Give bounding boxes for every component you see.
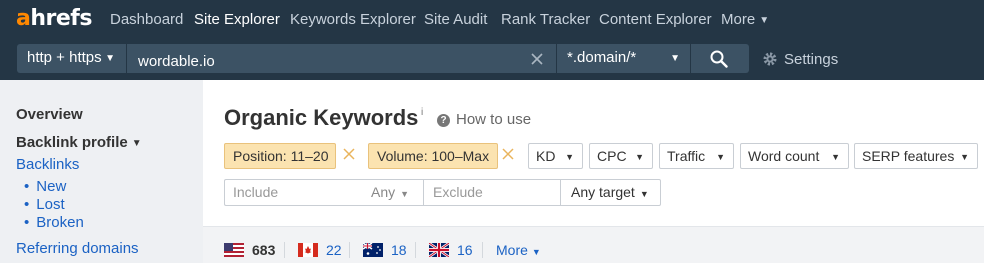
search-icon bbox=[710, 50, 728, 68]
dropdown-label: Word count bbox=[748, 148, 820, 164]
gear-icon bbox=[763, 52, 777, 66]
us-flag-icon bbox=[224, 243, 244, 257]
chevron-down-icon: ▼ bbox=[105, 53, 115, 64]
sidebar-item-label: Backlink profile bbox=[16, 134, 128, 151]
chevron-down-icon: ▼ bbox=[565, 152, 574, 162]
chevron-down-icon: ▼ bbox=[531, 247, 541, 257]
info-icon[interactable]: i bbox=[421, 107, 423, 118]
remove-filter-icon[interactable] bbox=[342, 147, 356, 161]
country-count: 22 bbox=[326, 242, 342, 258]
nav-dashboard[interactable]: Dashboard bbox=[110, 11, 183, 28]
divider bbox=[349, 242, 350, 258]
more-countries-label: More bbox=[496, 242, 528, 258]
sidebar-item-label: Broken bbox=[36, 214, 84, 231]
sidebar-item-new[interactable]: • New bbox=[24, 178, 66, 195]
nav-keywords-explorer[interactable]: Keywords Explorer bbox=[290, 11, 416, 28]
page-title: Organic Keywords bbox=[224, 105, 419, 130]
sidebar-item-label: New bbox=[36, 178, 67, 195]
sidebar-item-backlink-profile[interactable]: Backlink profile ▼ bbox=[16, 134, 142, 151]
country-bar: 683 22 18 16 More ▼ bbox=[203, 226, 984, 263]
divider bbox=[482, 242, 483, 258]
filter-chip-position[interactable]: Position: 11–20 bbox=[224, 143, 336, 169]
chevron-down-icon: ▼ bbox=[400, 189, 410, 199]
chevron-down-icon: ▼ bbox=[635, 152, 644, 162]
bullet-icon: • bbox=[24, 196, 30, 213]
nav-more-label: More bbox=[721, 11, 756, 28]
any-label: Any bbox=[371, 184, 396, 200]
chevron-down-icon: ▼ bbox=[716, 152, 725, 162]
cpc-filter-dropdown[interactable]: CPC ▼ bbox=[589, 143, 653, 169]
sidebar-item-label: Lost bbox=[36, 196, 65, 213]
include-match-select[interactable]: Any ▼ bbox=[371, 184, 409, 200]
country-uk[interactable]: 16 bbox=[428, 241, 473, 259]
ahrefs-logo[interactable]: ahrefs bbox=[16, 6, 92, 32]
nav-more[interactable]: More ▼ bbox=[721, 11, 769, 28]
nav-content-explorer[interactable]: Content Explorer bbox=[599, 11, 712, 28]
remove-filter-icon[interactable] bbox=[501, 147, 515, 161]
more-countries-button[interactable]: More ▼ bbox=[496, 242, 541, 258]
sidebar-item-referring-domains[interactable]: Referring domains bbox=[16, 240, 139, 257]
search-bar: http + https ▼ *.domain/* ▼ Settings bbox=[0, 40, 984, 80]
any-target-label: Any target bbox=[571, 184, 635, 200]
protocol-value: http + https bbox=[27, 49, 102, 66]
divider bbox=[415, 242, 416, 258]
bullet-icon: • bbox=[24, 214, 30, 231]
serp-features-filter-dropdown[interactable]: SERP features ▼ bbox=[854, 143, 978, 169]
traffic-filter-dropdown[interactable]: Traffic ▼ bbox=[659, 143, 734, 169]
chevron-down-icon: ▼ bbox=[831, 152, 840, 162]
chevron-down-icon: ▼ bbox=[759, 15, 770, 26]
sidebar: Overview Backlink profile ▼ Backlinks • Ne… bbox=[0, 80, 203, 263]
canada-flag-icon bbox=[298, 243, 318, 257]
top-navigation: ahrefs Dashboard Site Explorer Keywords … bbox=[0, 0, 984, 40]
question-icon: ? bbox=[437, 114, 450, 127]
how-to-use-link[interactable]: ? How to use bbox=[437, 111, 531, 128]
kd-filter-dropdown[interactable]: KD ▼ bbox=[528, 143, 583, 169]
settings-label: Settings bbox=[784, 51, 839, 68]
main-content: Organic Keywords i ? How to use Position:… bbox=[203, 80, 984, 263]
chevron-down-icon: ▼ bbox=[960, 152, 969, 162]
nav-site-explorer[interactable]: Site Explorer bbox=[194, 11, 280, 28]
dropdown-label: Traffic bbox=[667, 148, 706, 164]
country-canada[interactable]: 22 bbox=[298, 242, 342, 258]
protocol-select[interactable]: http + https ▼ bbox=[17, 44, 126, 73]
exclude-input[interactable]: Exclude bbox=[423, 179, 561, 206]
sidebar-item-lost[interactable]: • Lost bbox=[24, 196, 65, 213]
any-target-select[interactable]: Any target ▼ bbox=[561, 179, 661, 206]
dropdown-label: CPC bbox=[597, 148, 627, 164]
country-count: 683 bbox=[252, 242, 276, 258]
australia-flag-icon bbox=[362, 242, 383, 257]
search-button[interactable] bbox=[691, 44, 749, 73]
close-icon[interactable] bbox=[529, 51, 545, 67]
how-to-use-label: How to use bbox=[456, 111, 532, 128]
word-count-filter-dropdown[interactable]: Word count ▼ bbox=[740, 143, 849, 169]
nav-site-audit[interactable]: Site Audit bbox=[424, 11, 487, 28]
mode-value: *.domain/* bbox=[567, 49, 637, 66]
dropdown-label: KD bbox=[536, 148, 556, 164]
sidebar-item-overview[interactable]: Overview bbox=[16, 106, 83, 123]
sidebar-item-backlinks[interactable]: Backlinks bbox=[16, 156, 79, 173]
bullet-icon: • bbox=[24, 178, 30, 195]
country-australia[interactable]: 18 bbox=[362, 242, 407, 258]
country-count: 18 bbox=[391, 242, 407, 258]
chevron-down-icon: ▼ bbox=[131, 138, 142, 149]
mode-select[interactable]: *.domain/* ▼ bbox=[557, 44, 690, 73]
chevron-down-icon: ▼ bbox=[639, 189, 649, 199]
filter-chip-volume[interactable]: Volume: 100–Max bbox=[368, 143, 498, 169]
nav-rank-tracker[interactable]: Rank Tracker bbox=[501, 11, 590, 28]
uk-flag-icon bbox=[428, 241, 450, 259]
country-count: 16 bbox=[457, 242, 473, 258]
target-url-input[interactable] bbox=[127, 44, 556, 73]
dropdown-label: SERP features bbox=[862, 148, 955, 164]
chevron-down-icon: ▼ bbox=[670, 53, 680, 64]
divider bbox=[284, 242, 285, 258]
sidebar-item-broken[interactable]: • Broken bbox=[24, 214, 84, 231]
country-us[interactable]: 683 bbox=[224, 242, 275, 258]
settings-button[interactable]: Settings bbox=[762, 51, 838, 68]
